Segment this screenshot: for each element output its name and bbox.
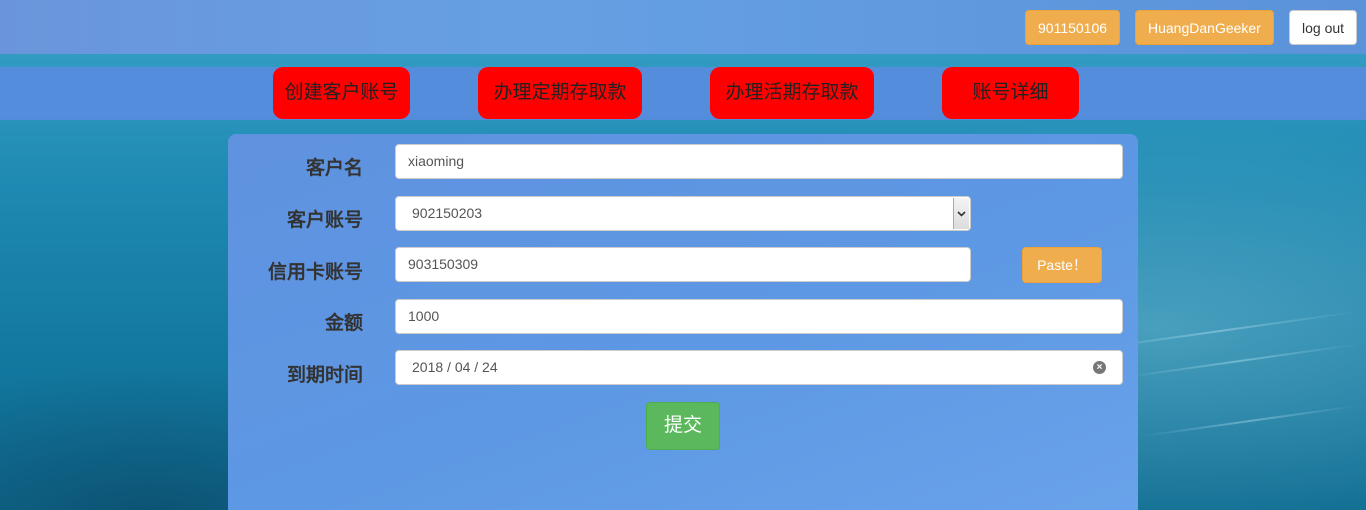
customer-name-value: xiaoming <box>408 153 465 169</box>
logout-button[interactable]: log out <box>1289 10 1358 45</box>
nav-create-account-button[interactable]: 创建客户账号 <box>273 67 410 119</box>
customer-account-select[interactable]: 902150203 <box>395 196 971 231</box>
amount-label: 金额 <box>324 313 363 334</box>
customer-account-value: 902150203 <box>412 205 483 221</box>
deposit-form-panel: 客户名 xiaoming 客户账号 902150203 信用卡账号 903150… <box>228 134 1138 510</box>
nav-bar: 创建客户账号 办理定期存取款 办理活期存取款 账号详细 <box>0 67 1366 120</box>
clear-icon[interactable]: × <box>1093 361 1106 374</box>
top-bar: 901150106 HuangDanGeeker log out <box>0 0 1366 54</box>
account-id-button[interactable]: 901150106 <box>1025 10 1121 45</box>
paste-button[interactable]: Paste！ <box>1022 247 1102 283</box>
amount-value: 1000 <box>408 308 440 324</box>
credit-card-input[interactable]: 903150309 <box>395 247 971 282</box>
background-streak <box>1140 404 1360 438</box>
amount-input[interactable]: 1000 <box>395 299 1123 334</box>
nav-account-detail-button[interactable]: 账号详细 <box>942 67 1079 119</box>
chevron-down-icon[interactable] <box>953 198 969 229</box>
credit-card-value: 903150309 <box>408 256 479 272</box>
background-streak <box>1121 343 1359 379</box>
due-date-input[interactable]: 2018 / 04 / 24 × <box>395 350 1123 385</box>
customer-name-input[interactable]: xiaoming <box>395 144 1123 179</box>
username-button[interactable]: HuangDanGeeker <box>1135 10 1274 45</box>
customer-account-label: 客户账号 <box>286 210 363 231</box>
nav-current-deposit-button[interactable]: 办理活期存取款 <box>710 67 874 119</box>
due-date-label: 到期时间 <box>286 365 363 386</box>
submit-button[interactable]: 提交 <box>646 402 720 450</box>
nav-fixed-deposit-button[interactable]: 办理定期存取款 <box>478 67 642 119</box>
due-date-value: 2018 / 04 / 24 <box>412 359 498 375</box>
customer-name-label: 客户名 <box>305 158 363 179</box>
credit-card-label: 信用卡账号 <box>267 262 363 283</box>
